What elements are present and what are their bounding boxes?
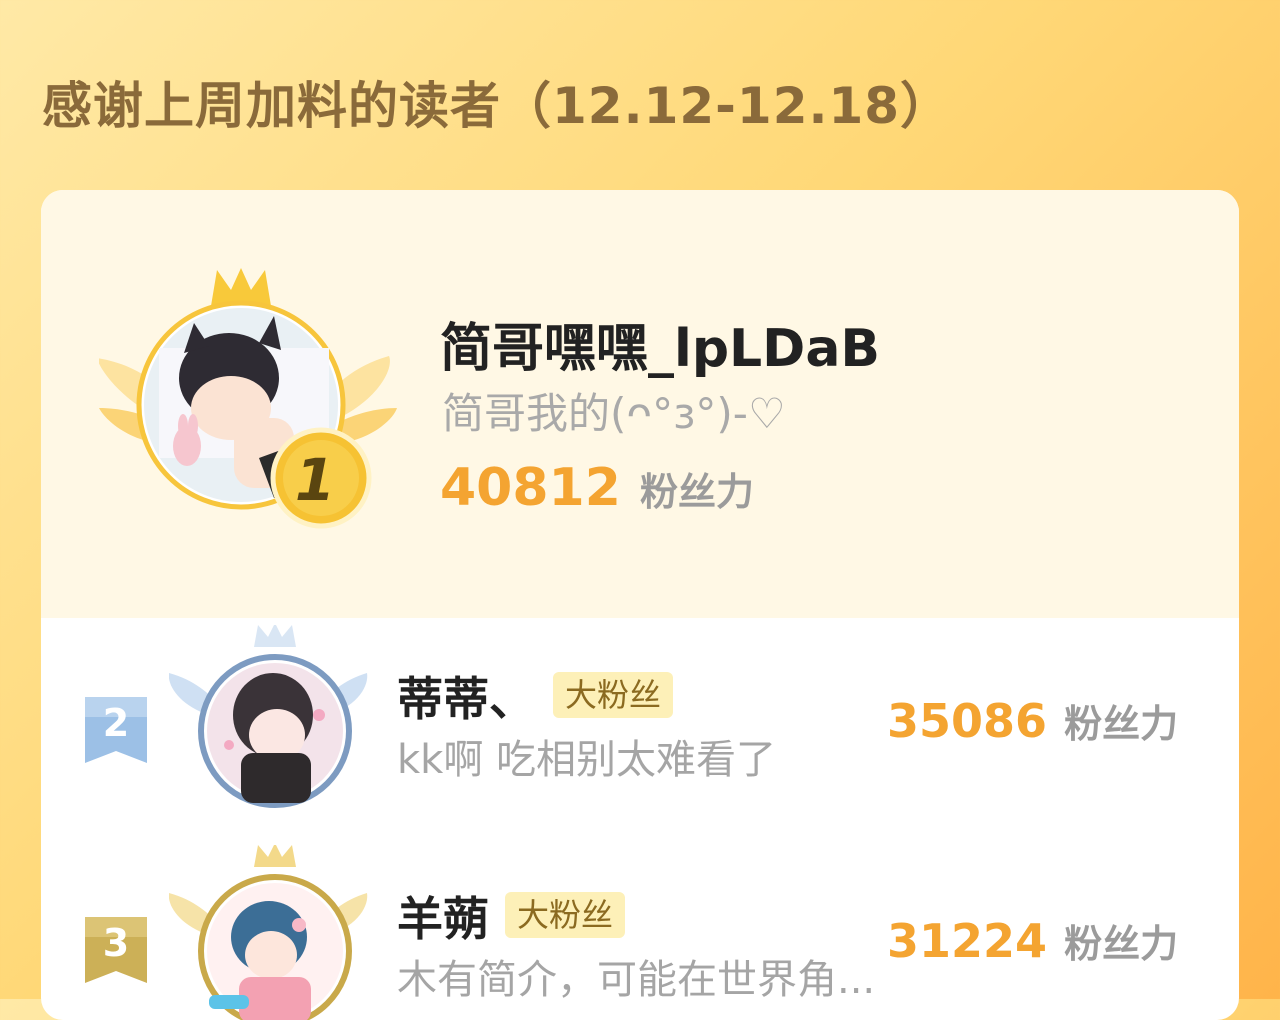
reader-fans-label: 粉丝力 xyxy=(1064,922,1179,966)
row-avatar-frame[interactable] xyxy=(168,623,369,825)
top-reader-rank: 1 xyxy=(295,446,335,514)
top-reader-section[interactable]: 1 简哥嘿嘿_lpLDaB 简哥我的(ᴖ°з°)-♡ 40812 粉丝力 xyxy=(41,190,1239,618)
status-badge: 大粉丝 xyxy=(505,892,626,938)
rank-number: 2 xyxy=(102,701,130,745)
top-reader-bio: 简哥我的(ᴖ°з°)-♡ xyxy=(442,389,786,438)
top-reader-name[interactable]: 简哥嘿嘿_lpLDaB xyxy=(440,306,880,381)
reader-fans-label: 粉丝力 xyxy=(1064,702,1179,746)
reader-fans-value: 35086 xyxy=(887,694,1048,748)
reader-bio: 木有简介，可能在世界角... xyxy=(397,957,876,1003)
crown-icon xyxy=(211,268,271,306)
reader-name[interactable]: 羊蒴 xyxy=(397,883,489,949)
page-title: 感谢上周加料的读者（12.12-12.18） xyxy=(42,77,952,135)
status-badge: 大粉丝 xyxy=(553,672,674,718)
row-avatar-frame[interactable] xyxy=(168,843,369,1020)
rank-number: 3 xyxy=(102,921,130,965)
reader-bio: kk啊 吃相别太难看了 xyxy=(397,737,777,783)
top-reader-avatar-frame[interactable]: 1 xyxy=(97,268,399,548)
rank-flag-icon: 2 xyxy=(85,697,147,763)
list-item[interactable]: 3 羊蒴 大粉丝 木有简介，可能在世界角... 31224 粉丝力 xyxy=(41,843,1239,1020)
reader-fans: 35086 粉丝力 xyxy=(887,693,1178,748)
crown-icon xyxy=(254,843,296,867)
top-reader-fans-label: 粉丝力 xyxy=(640,470,755,514)
avatar xyxy=(207,883,343,1020)
reader-name[interactable]: 蒂蒂、 xyxy=(397,663,535,729)
reader-fans-value: 31224 xyxy=(887,914,1048,968)
leaderboard-card: 1 简哥嘿嘿_lpLDaB 简哥我的(ᴖ°з°)-♡ 40812 粉丝力 2 蒂… xyxy=(41,190,1239,1020)
list-item[interactable]: 2 蒂蒂、 大粉丝 kk啊 吃相别太难看了 35086 粉丝力 xyxy=(41,623,1239,825)
reader-fans: 31224 粉丝力 xyxy=(887,913,1178,968)
rank-medal-icon: 1 xyxy=(270,427,372,529)
top-reader-fans: 40812 粉丝力 xyxy=(440,458,754,518)
top-reader-fans-value: 40812 xyxy=(440,458,621,518)
crown-icon xyxy=(254,623,296,647)
rank-flag-icon: 3 xyxy=(85,917,147,983)
